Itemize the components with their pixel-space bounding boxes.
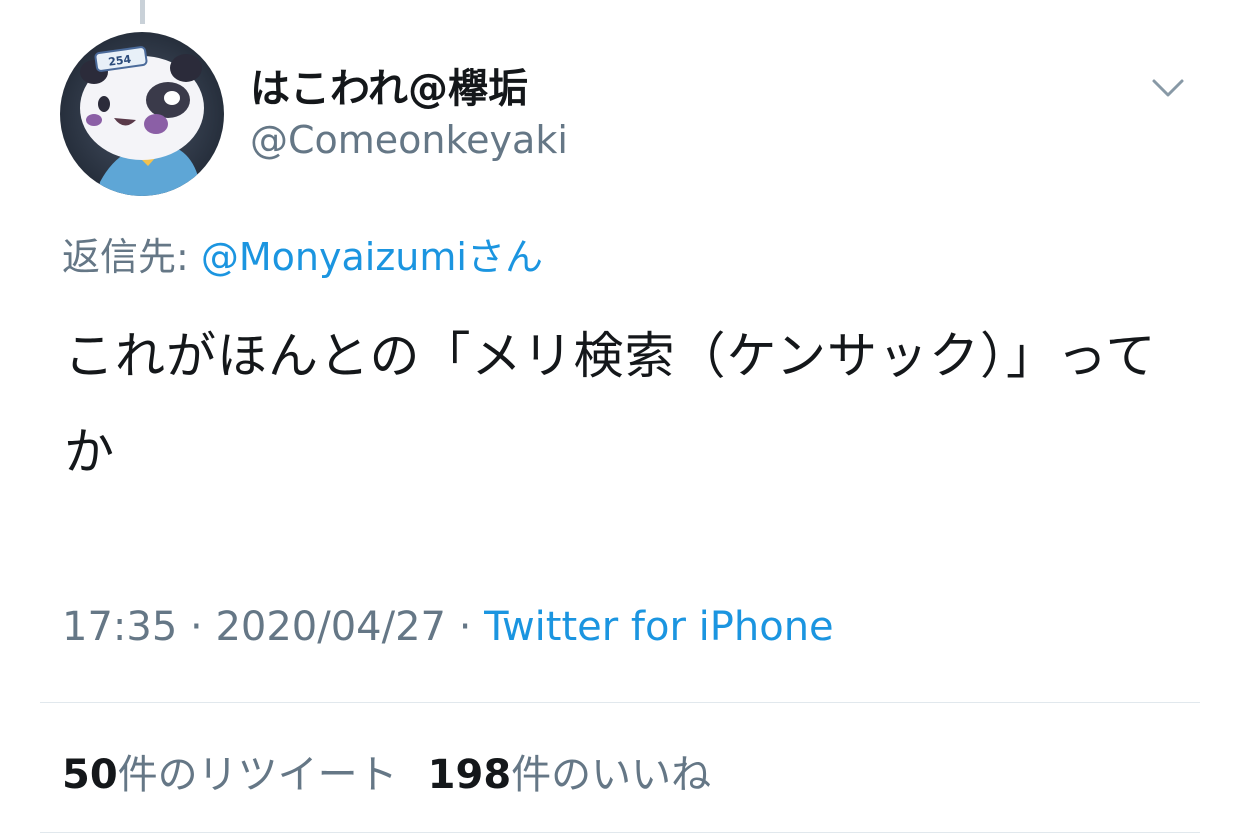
author-display-name[interactable]: はこわれ@欅垢 (250, 56, 528, 114)
meta-separator: · (177, 604, 216, 650)
like-label: 件のいいね (511, 752, 712, 798)
tweet-text: これがほんとの「メリ検索（ケンサック）」ってか (64, 327, 1157, 481)
chevron-down-icon (1152, 79, 1184, 97)
reply-prefix: 返信先: (62, 235, 201, 279)
more-options-button[interactable] (1148, 70, 1188, 106)
meta-separator-2: · (445, 604, 485, 650)
reply-to-line: 返信先: @Monyaizumiさん (62, 226, 543, 281)
avatar[interactable]: 254 (60, 32, 224, 196)
tweet-source-link[interactable]: Twitter for iPhone (484, 604, 834, 650)
retweet-label: 件のリツイート (117, 752, 398, 798)
divider (40, 702, 1200, 703)
avatar-image: 254 (60, 32, 224, 196)
thread-connector-line (140, 0, 145, 24)
likes-stat[interactable]: 198件のいいね (428, 752, 712, 798)
divider-bottom (40, 832, 1200, 833)
tweet-stats: 50件のリツイート 198件のいいね (62, 742, 741, 800)
tweet-date[interactable]: 2020/04/27 (215, 604, 446, 650)
author-handle[interactable]: @Comeonkeyaki (250, 118, 568, 162)
tweet-meta: 17:35 · 2020/04/27 · Twitter for iPhone (62, 604, 834, 650)
reply-honorific: さん (466, 235, 543, 279)
like-count: 198 (427, 752, 512, 798)
tweet-time[interactable]: 17:35 (62, 604, 177, 650)
reply-mention-link[interactable]: @Monyaizumi (201, 235, 467, 279)
retweets-stat[interactable]: 50件のリツイート (62, 752, 398, 798)
retweet-count: 50 (62, 752, 118, 798)
